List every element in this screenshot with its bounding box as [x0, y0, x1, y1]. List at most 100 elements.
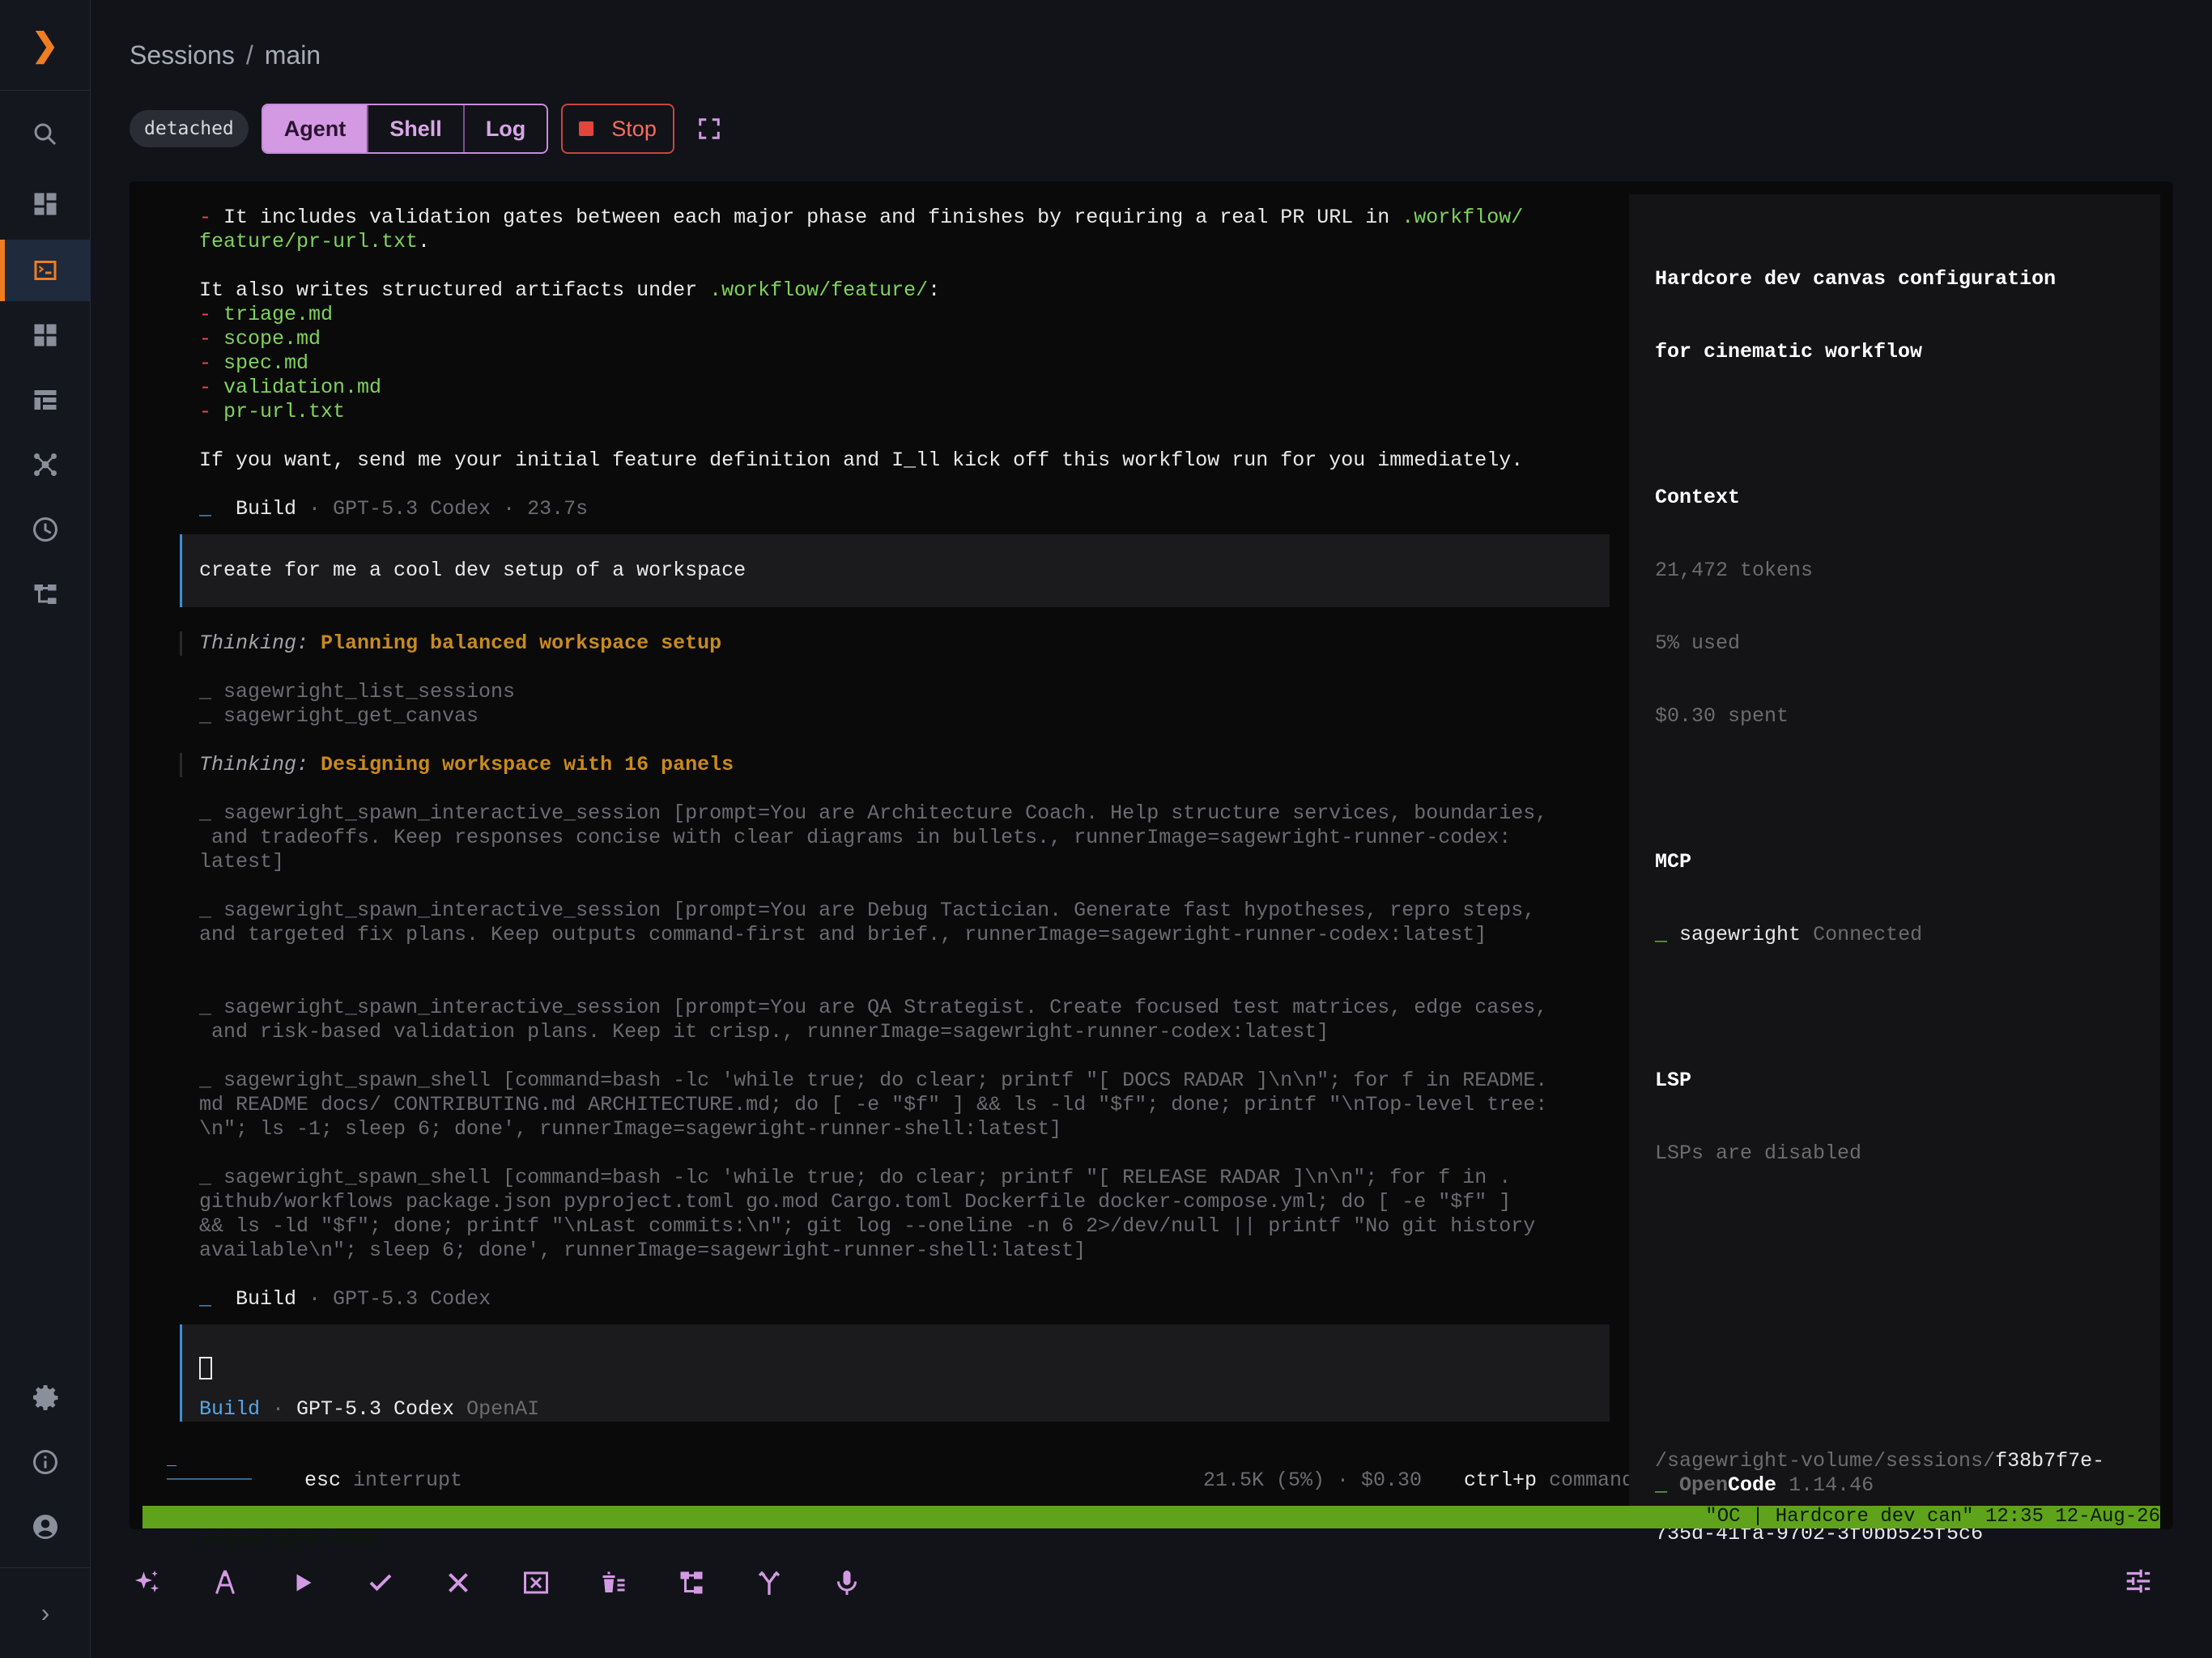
check-icon: [369, 1574, 392, 1592]
terminal-icon: [34, 261, 57, 280]
cost-spent: $0.30 spent: [1655, 704, 1789, 728]
grid-nav[interactable]: [0, 304, 91, 366]
tab-agent[interactable]: Agent: [262, 105, 369, 152]
rail-expand[interactable]: ›: [0, 1567, 91, 1658]
opencode-version: _ OpenCode 1.14.46: [1655, 1473, 1874, 1497]
model-indicator[interactable]: Build · GPT-5.3 Codex OpenAI: [199, 1397, 539, 1422]
tune-icon: [2126, 1569, 2150, 1593]
board-nav[interactable]: [0, 369, 91, 431]
dashboard-icon: [34, 193, 57, 215]
play-button[interactable]: [285, 1565, 321, 1601]
transcript-line: If you want, send me your initial featur…: [199, 449, 1524, 472]
tree-icon: [34, 585, 57, 604]
chevron-right-icon: ❯: [31, 27, 59, 63]
dashboard-nav[interactable]: [0, 173, 91, 235]
tool-call: _ sagewright_list_sessions: [199, 680, 516, 704]
history-nav[interactable]: [0, 499, 91, 560]
action-bar: [130, 1562, 907, 1603]
tab-shell[interactable]: Shell: [368, 105, 465, 152]
transcript-line: feature/pr-url.txt.: [199, 230, 431, 253]
tool-call: latest]: [199, 850, 285, 874]
session-title: Hardcore dev canvas configuration: [1655, 267, 2057, 291]
prompt-cursor[interactable]: [199, 1357, 212, 1383]
usage-readout: 21.5K (5%) · $0.30: [1203, 1469, 1423, 1492]
close-session-button[interactable]: [518, 1565, 554, 1601]
sparkle-icon: [135, 1571, 160, 1592]
session-path: /sagewright-volume/sessions/f38b7f7e- 73…: [1655, 1449, 2105, 1545]
thinking-line: Thinking: Planning balanced workspace se…: [199, 631, 722, 655]
breadcrumb-root[interactable]: Sessions: [130, 40, 235, 70]
tool-call: _ sagewright_spawn_shell [command=bash -…: [199, 1166, 1512, 1189]
tool-call: _ sagewright_spawn_interactive_session […: [199, 996, 1548, 1019]
close-icon: [449, 1573, 468, 1592]
tool-call: _ sagewright_get_canvas: [199, 704, 479, 728]
tool-call: _ sagewright_spawn_shell [command=bash -…: [199, 1069, 1548, 1092]
sessions-nav[interactable]: [0, 240, 91, 301]
tool-call: _ sagewright_spawn_interactive_session […: [199, 801, 1548, 825]
tool-call: and risk-based validation plans. Keep it…: [199, 1020, 1329, 1044]
gear-icon: [33, 1385, 58, 1410]
build-status: _ Build · GPT-5.3 Codex · 23.7s: [199, 497, 589, 521]
text-cursor: [199, 1357, 212, 1380]
fullscreen-icon: [699, 118, 720, 139]
lsp-heading: LSP: [1655, 1069, 1692, 1092]
tree-nav[interactable]: [0, 563, 91, 625]
reject-button[interactable]: [440, 1565, 476, 1601]
tool-call: _ sagewright_spawn_interactive_session […: [199, 899, 1536, 922]
terminal-pane[interactable]: - It includes validation gates between e…: [130, 181, 2173, 1550]
artifact-item: - pr-url.txt: [199, 400, 346, 423]
tmux-status-right: "OC | Hardcore dev can" 12:35 12-Aug-26: [1705, 1506, 2160, 1528]
artifact-item: - validation.md: [199, 376, 382, 399]
user-prompt-text: create for me a cool dev setup of a work…: [199, 559, 747, 582]
compass-icon: [215, 1570, 235, 1594]
search-nav[interactable]: [0, 104, 91, 165]
context-heading: Context: [1655, 486, 1741, 509]
board-icon: [34, 390, 57, 410]
info-nav[interactable]: [0, 1431, 91, 1493]
network-nav[interactable]: [0, 434, 91, 495]
breadcrumb: Sessions / main: [130, 40, 321, 70]
tab-log[interactable]: Log: [465, 105, 547, 152]
breadcrumb-separator: /: [245, 40, 253, 70]
thinking-line: Thinking: Designing workspace with 16 pa…: [199, 753, 734, 776]
clear-button[interactable]: [596, 1565, 632, 1601]
stop-button[interactable]: Stop: [561, 104, 674, 154]
tool-call: \n"; ls -1; sleep 6; done', runnerImage=…: [199, 1117, 1062, 1141]
view-tabs: Agent Shell Log: [261, 104, 549, 154]
mcp-server: _ sagewright Connected: [1655, 923, 1923, 946]
artifact-item: - triage.md: [199, 303, 334, 326]
voice-button[interactable]: [829, 1565, 865, 1601]
account-icon: [33, 1515, 57, 1539]
tool-call: md README docs/ CONTRIBUTING.md ARCHITEC…: [199, 1093, 1548, 1116]
play-icon: [296, 1574, 312, 1592]
transcript-line: - It includes validation gates between e…: [199, 206, 1524, 229]
session-sidebar: Hardcore dev canvas configuration for ci…: [1629, 194, 2160, 1545]
account-nav[interactable]: [0, 1496, 91, 1558]
settings-nav[interactable]: [0, 1367, 91, 1428]
settings-tune-button[interactable]: [2123, 1566, 2155, 1598]
hierarchy-icon: [680, 1571, 703, 1594]
session-toolbar: detached Agent Shell Log Stop: [130, 104, 721, 154]
box-x-icon: [524, 1571, 548, 1594]
context-used: 5% used: [1655, 631, 1741, 655]
approve-button[interactable]: [363, 1565, 398, 1601]
merge-button[interactable]: [751, 1565, 787, 1601]
mcp-heading: MCP: [1655, 850, 1692, 874]
history-icon: [33, 517, 57, 542]
breadcrumb-current: main: [264, 40, 321, 70]
rail-toggle[interactable]: ❯: [0, 0, 90, 91]
commands-hint: ctrl+p commands: [1464, 1469, 1647, 1492]
terminal-footer: _ _______ esc interrupt 21.5K (5%) · $0.…: [167, 1452, 1647, 1492]
tool-call: and targeted fix plans. Keep outputs com…: [199, 923, 1487, 946]
tool-call: available\n"; sleep 6; done', runnerImag…: [199, 1239, 1087, 1262]
sparkle-button[interactable]: [130, 1565, 165, 1601]
status-badge: detached: [130, 110, 249, 147]
fullscreen-button[interactable]: [697, 117, 721, 141]
tmux-status-bar: [sagewrigh0:node* "OC | Hardcore dev can…: [143, 1506, 2160, 1550]
stop-icon: [579, 121, 594, 136]
tool-call: && ls -ld "$f"; done; printf "\nLast com…: [199, 1214, 1536, 1238]
compass-button[interactable]: [207, 1565, 243, 1601]
tmux-window: [sagewrigh0:node*: [189, 1528, 388, 1550]
hierarchy-button[interactable]: [674, 1565, 709, 1601]
tool-call: and tradeoffs. Keep responses concise wi…: [199, 826, 1512, 849]
